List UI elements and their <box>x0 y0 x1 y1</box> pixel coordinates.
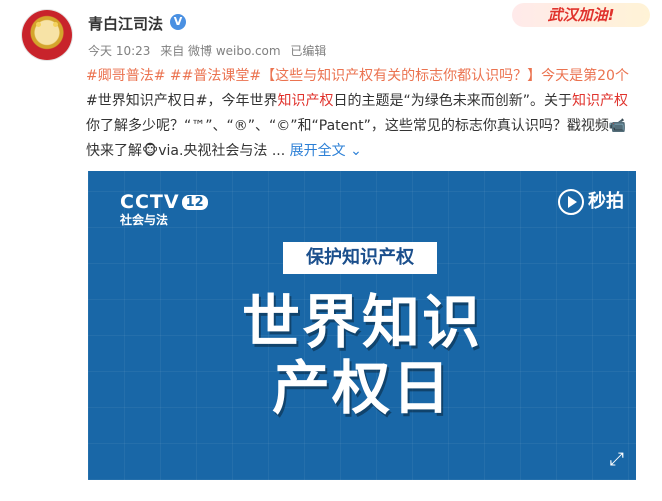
post-source[interactable]: 来自 微博 weibo.com <box>160 44 280 58</box>
keyword-link[interactable]: 知识产权 <box>572 93 628 109</box>
post-text-fragment: 今天是第 <box>541 68 598 84</box>
play-icon <box>558 189 584 215</box>
fullscreen-icon[interactable]: ⤢ <box>610 449 624 470</box>
miaopai-logo: 秒拍 <box>558 187 624 215</box>
ellipsis-text: ... <box>271 143 286 159</box>
post-text-fragment: ，今年世界 <box>207 93 278 109</box>
hashtag-link[interactable]: ##普法课堂# <box>170 68 261 84</box>
account-name[interactable]: 青白江司法 <box>88 13 163 34</box>
avatar-star-icon <box>53 22 58 27</box>
expand-link[interactable]: 展开全文 <box>290 143 346 159</box>
post-text-fragment: via.央视社会与法 <box>158 143 268 159</box>
banner-text: 武汉加油! <box>512 3 650 27</box>
video-title-line2: 产权日 <box>271 354 452 422</box>
channel-logo: CCTV 12 社会与法 <box>120 191 208 228</box>
hashtag-link[interactable]: #卿哥普法# <box>86 68 165 84</box>
post-text-fragment: 20个 <box>597 68 629 84</box>
channel-number: 12 <box>181 195 208 210</box>
post-text-fragment: 日的主题是“为绿色未来而创新”。关于 <box>333 93 572 109</box>
post-title-link[interactable]: 【这些与知识产权有关的标志你都认识吗？】 <box>261 68 541 84</box>
post-meta: 今天 10:23 来自 微博 weibo.com 已编辑 <box>88 42 332 59</box>
video-tag: 保护知识产权 <box>283 242 437 274</box>
emoji-icon: 🐵 <box>142 143 159 159</box>
post-time[interactable]: 今天 10:23 <box>88 44 150 58</box>
post-text: #卿哥普法# ##普法课堂#【这些与知识产权有关的标志你都认识吗？】今天是第20… <box>86 64 632 164</box>
video-icon: 📹 <box>608 118 627 134</box>
channel-subtitle: 社会与法 <box>120 213 169 227</box>
post-text-fragment: 快来了解 <box>86 143 142 159</box>
channel-logo-text: CCTV <box>120 191 180 213</box>
edited-status[interactable]: 已编辑 <box>290 44 326 58</box>
hashtag-link[interactable]: #世界知识产权日# <box>86 93 207 109</box>
avatar-star-icon <box>36 22 41 27</box>
verified-icon: V <box>170 14 186 30</box>
video-thumbnail[interactable]: CCTV 12 社会与法 秒拍 保护知识产权 世界知识 产权日 ⤢ <box>88 171 636 480</box>
weibo-post-card: 青白江司法 V 武汉加油! 今天 10:23 来自 微博 weibo.com 已… <box>0 0 662 501</box>
post-text-fragment: 你了解多少呢？“™”、“®”、“©”和“Patent”，这些常见的标志你真认识吗… <box>86 118 609 134</box>
avatar[interactable] <box>22 10 72 60</box>
platform-name: 秒拍 <box>588 191 624 212</box>
keyword-link[interactable]: 知识产权 <box>277 93 333 109</box>
chevron-down-icon[interactable]: ⌄ <box>346 143 362 159</box>
